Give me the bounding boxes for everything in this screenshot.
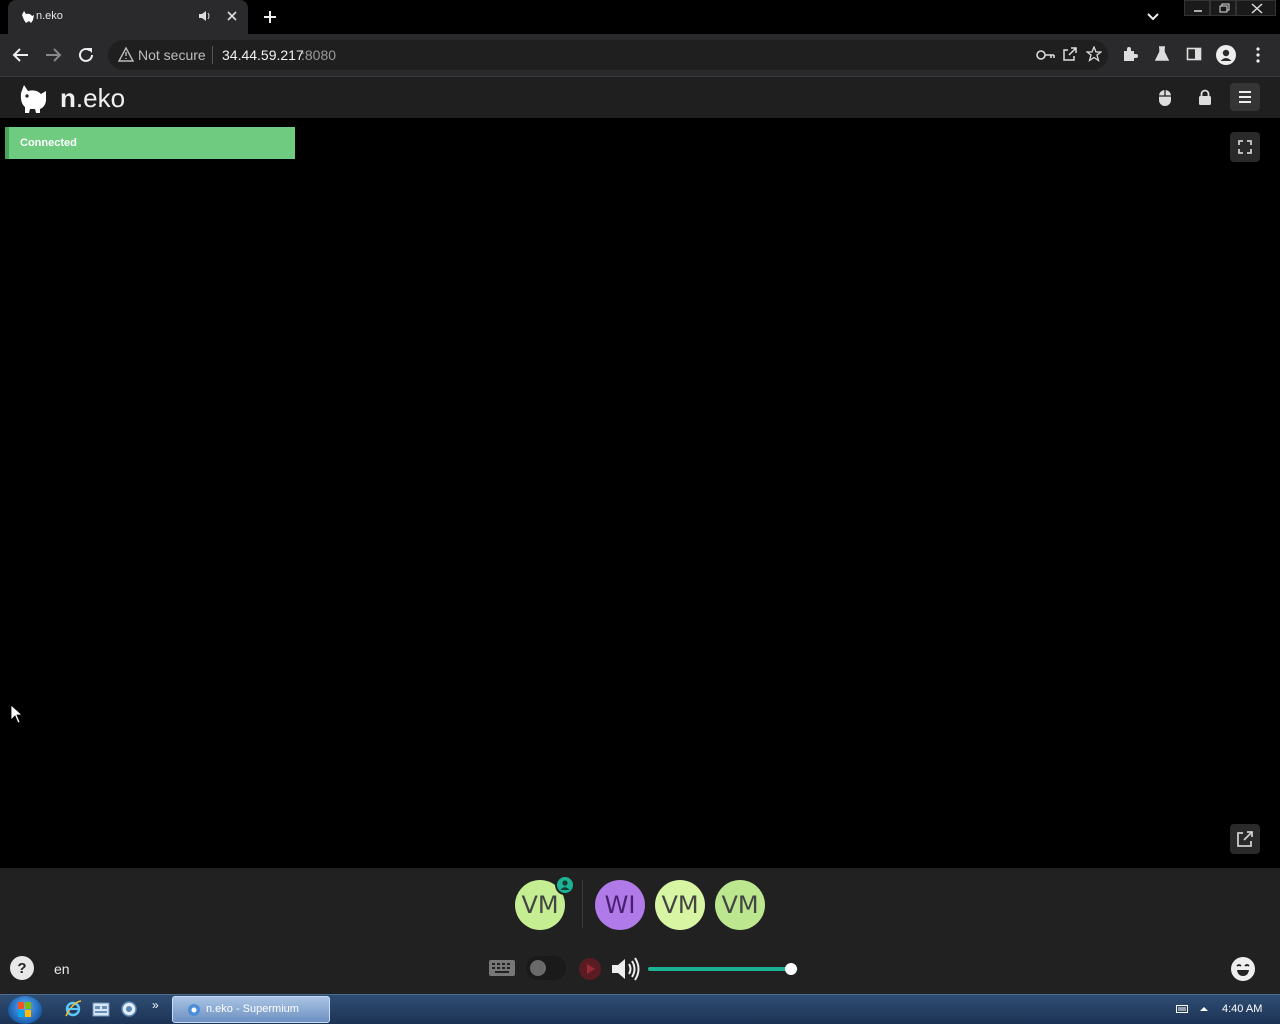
- member-avatar[interactable]: VM: [715, 880, 765, 930]
- reload-icon[interactable]: [77, 46, 95, 64]
- fullscreen-icon[interactable]: [1230, 132, 1260, 162]
- member-avatar[interactable]: VM: [655, 880, 705, 930]
- close-icon[interactable]: [226, 10, 238, 22]
- emoji-icon[interactable]: [1230, 956, 1256, 982]
- lock-icon[interactable]: [1198, 89, 1212, 105]
- windows-start-icon[interactable]: [8, 996, 42, 1024]
- toggle-knob: [530, 960, 546, 976]
- window-restore-button[interactable]: [1210, 0, 1236, 16]
- neko-cat-icon: [20, 9, 36, 25]
- kebab-menu-icon[interactable]: [1254, 46, 1262, 64]
- neko-logo-text: n.eko: [60, 83, 126, 113]
- sidepanel-icon[interactable]: [1186, 46, 1202, 62]
- key-icon[interactable]: [1036, 47, 1056, 63]
- divider: [212, 46, 213, 64]
- mouse-icon[interactable]: [1158, 89, 1172, 107]
- forward-arrow-icon[interactable]: [44, 46, 62, 64]
- quick-launch-overflow-icon[interactable]: »: [152, 998, 159, 1012]
- chevron-down-icon[interactable]: [1146, 12, 1160, 22]
- puzzle-icon[interactable]: [1122, 46, 1138, 62]
- url-port[interactable]: :8080: [301, 47, 336, 63]
- divider: [582, 880, 583, 928]
- language-selector[interactable]: en: [54, 961, 70, 977]
- security-status[interactable]: Not secure: [138, 47, 206, 63]
- plus-icon[interactable]: [262, 9, 278, 25]
- url-host[interactable]: 34.44.59.217: [222, 47, 304, 63]
- volume-slider-handle[interactable]: [784, 963, 797, 975]
- flask-icon[interactable]: [1154, 46, 1170, 62]
- host-badge-icon: [555, 875, 575, 895]
- hamburger-menu-icon[interactable]: [1230, 83, 1260, 111]
- taskbar-clock[interactable]: 4:40 AM: [1222, 1003, 1262, 1015]
- neko-header: [0, 76, 1280, 118]
- member-avatar[interactable]: WI: [595, 880, 645, 930]
- supermium-icon: [187, 1003, 201, 1017]
- record-icon[interactable]: [578, 957, 602, 981]
- mouse-cursor-icon: [10, 704, 24, 724]
- volume-icon[interactable]: [610, 955, 642, 983]
- keyboard-layout-icon[interactable]: [1176, 1004, 1188, 1014]
- share-icon[interactable]: [1062, 46, 1078, 62]
- volume-slider-fill: [648, 967, 791, 971]
- star-icon[interactable]: [1086, 46, 1102, 62]
- explorer-icon[interactable]: [92, 1000, 110, 1018]
- help-button[interactable]: ?: [10, 956, 34, 980]
- browser-shortcut-icon[interactable]: [120, 1000, 138, 1018]
- connection-status-text: Connected: [20, 137, 77, 149]
- popout-icon[interactable]: [1230, 824, 1260, 854]
- taskbar-window-label: n.eko - Supermium: [206, 1003, 299, 1015]
- tray-expand-icon[interactable]: [1199, 1005, 1209, 1013]
- speaker-icon[interactable]: [198, 10, 212, 22]
- window-minimize-button[interactable]: [1184, 0, 1210, 16]
- profile-icon[interactable]: [1216, 45, 1236, 65]
- neko-cat-icon: [18, 83, 52, 113]
- tab-title: n.eko: [36, 10, 63, 22]
- back-arrow-icon[interactable]: [12, 46, 30, 64]
- internet-explorer-icon[interactable]: [64, 1000, 82, 1018]
- remote-video-screen[interactable]: [0, 118, 1280, 868]
- keyboard-icon[interactable]: [488, 958, 516, 978]
- warning-triangle-icon[interactable]: [118, 47, 134, 62]
- window-close-button[interactable]: [1236, 0, 1276, 16]
